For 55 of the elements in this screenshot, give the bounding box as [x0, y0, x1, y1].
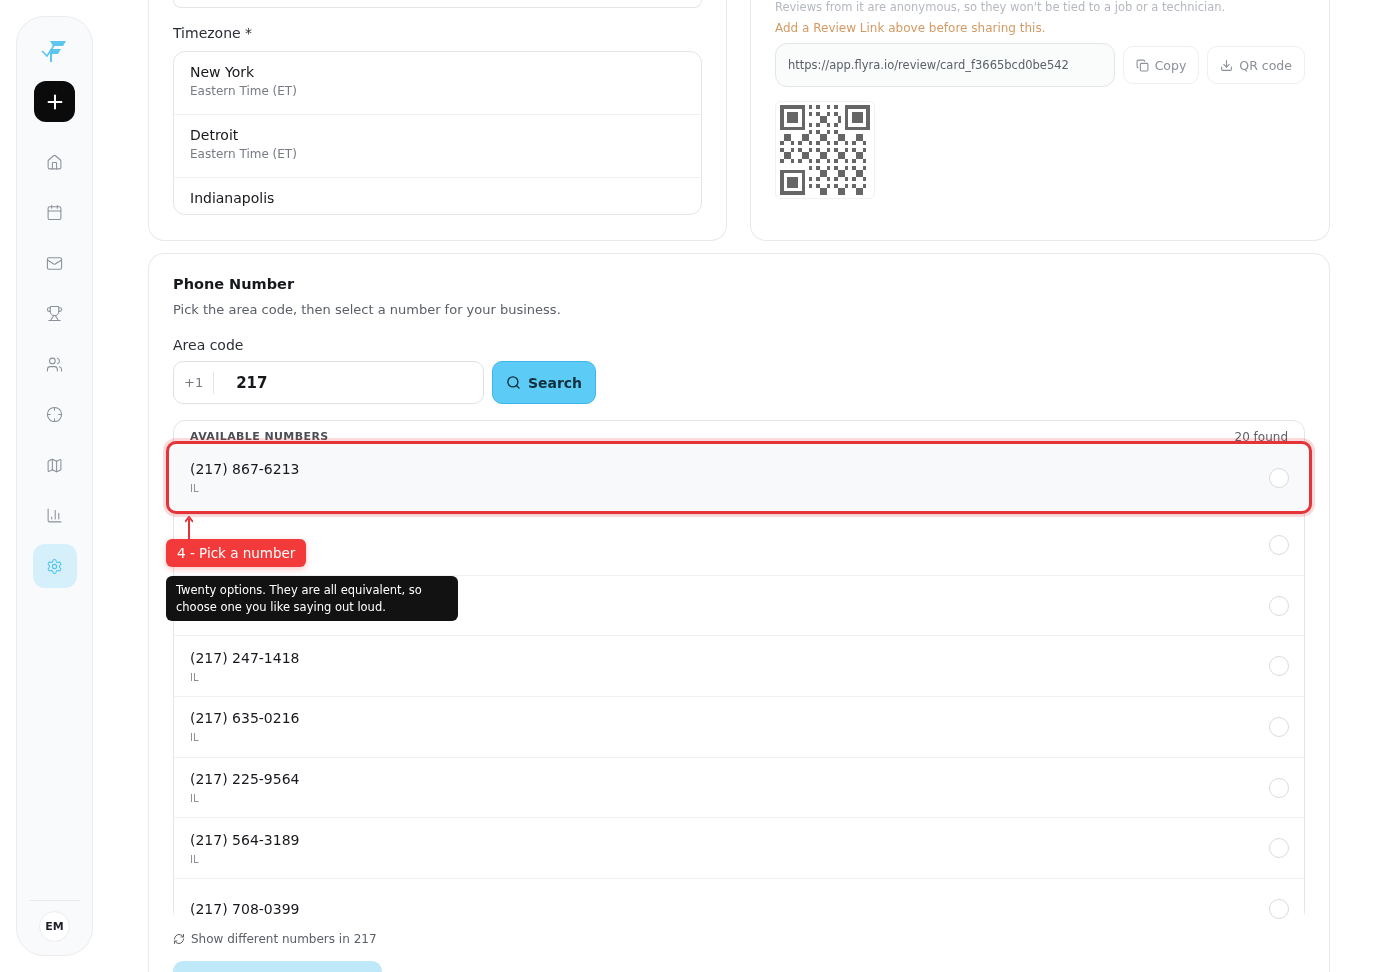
map-icon [46, 456, 63, 474]
timezone-option[interactable]: Detroit Eastern Time (ET) [174, 115, 701, 178]
mail-icon [46, 254, 63, 272]
nav-item[interactable] [32, 544, 77, 588]
tour-tooltip: Twenty options. They are all equivalent, so choose one you like saying out loud. [166, 576, 458, 621]
crosshair-icon [46, 406, 63, 423]
region-text: IL [190, 732, 200, 744]
create-button[interactable] [34, 81, 75, 122]
radio-button[interactable] [1269, 716, 1289, 737]
phone-number: (217) 564-3189 [190, 831, 300, 848]
home-icon [46, 153, 63, 171]
area-code-field[interactable]: +1 217 [173, 361, 484, 404]
radio-button[interactable] [1269, 777, 1289, 798]
user-avatar[interactable]: EM [39, 911, 70, 942]
radio-button[interactable] [1269, 534, 1289, 555]
bar-chart-icon [46, 507, 63, 524]
tour-step-tooltip: 4 - Pick a number [166, 539, 307, 567]
phone-number: (217) 867-6213 [190, 461, 300, 477]
trophy-icon [46, 305, 63, 322]
warning-text: Add a Review Link above before sharing this. [775, 21, 1047, 35]
number-option[interactable]: (217) 708-0399 [174, 878, 1304, 923]
field-label: Timezone * [173, 25, 254, 41]
download-icon [1220, 58, 1234, 72]
field-label: Area code [173, 337, 245, 353]
refresh-icon [173, 933, 185, 945]
phone-number: (217) 708-0399 [190, 900, 300, 917]
refresh-link[interactable]: Show different numbers in 217 [173, 932, 377, 946]
users-icon [46, 355, 63, 373]
search-icon [505, 375, 521, 390]
radio-button[interactable] [1269, 595, 1289, 616]
phone-number: (217) 247-1418 [190, 649, 300, 666]
copy-icon [1135, 58, 1149, 72]
note-text: Reviews from it are anonymous, so they won't be tied to a job or a technician. [775, 0, 1227, 15]
timezone-option[interactable]: New York Eastern Time (ET) [174, 52, 701, 115]
region-text: IL [190, 671, 200, 683]
phone-number: (217) 225-9564 [190, 771, 300, 788]
area-code-value: 217 [236, 373, 268, 392]
calendar-icon [46, 204, 63, 221]
country-code: +1 [174, 371, 215, 394]
radio-button[interactable] [1269, 898, 1289, 919]
review-link-field[interactable]: https://app.flyra.io/review/card_f3665bcd0be542 [775, 43, 1115, 87]
section-description: Pick the area code, then select a number for your business. [173, 302, 562, 317]
region-text: IL [190, 853, 200, 865]
settings-icon [46, 557, 63, 575]
radio-button[interactable] [1269, 838, 1289, 859]
number-option[interactable]: (217) 867-6213 IL [166, 441, 1312, 514]
region-text: IL [190, 483, 200, 494]
search-button[interactable]: Search [492, 361, 596, 404]
timezone-option[interactable]: Indianapolis [174, 178, 701, 214]
pointer-arrow [185, 516, 193, 540]
radio-button[interactable] [1269, 467, 1289, 488]
region-text: IL [190, 793, 200, 805]
phone-number: (217) 635-0216 [190, 710, 300, 727]
section-title: Phone Number [173, 276, 296, 292]
radio-button[interactable] [1269, 656, 1289, 677]
